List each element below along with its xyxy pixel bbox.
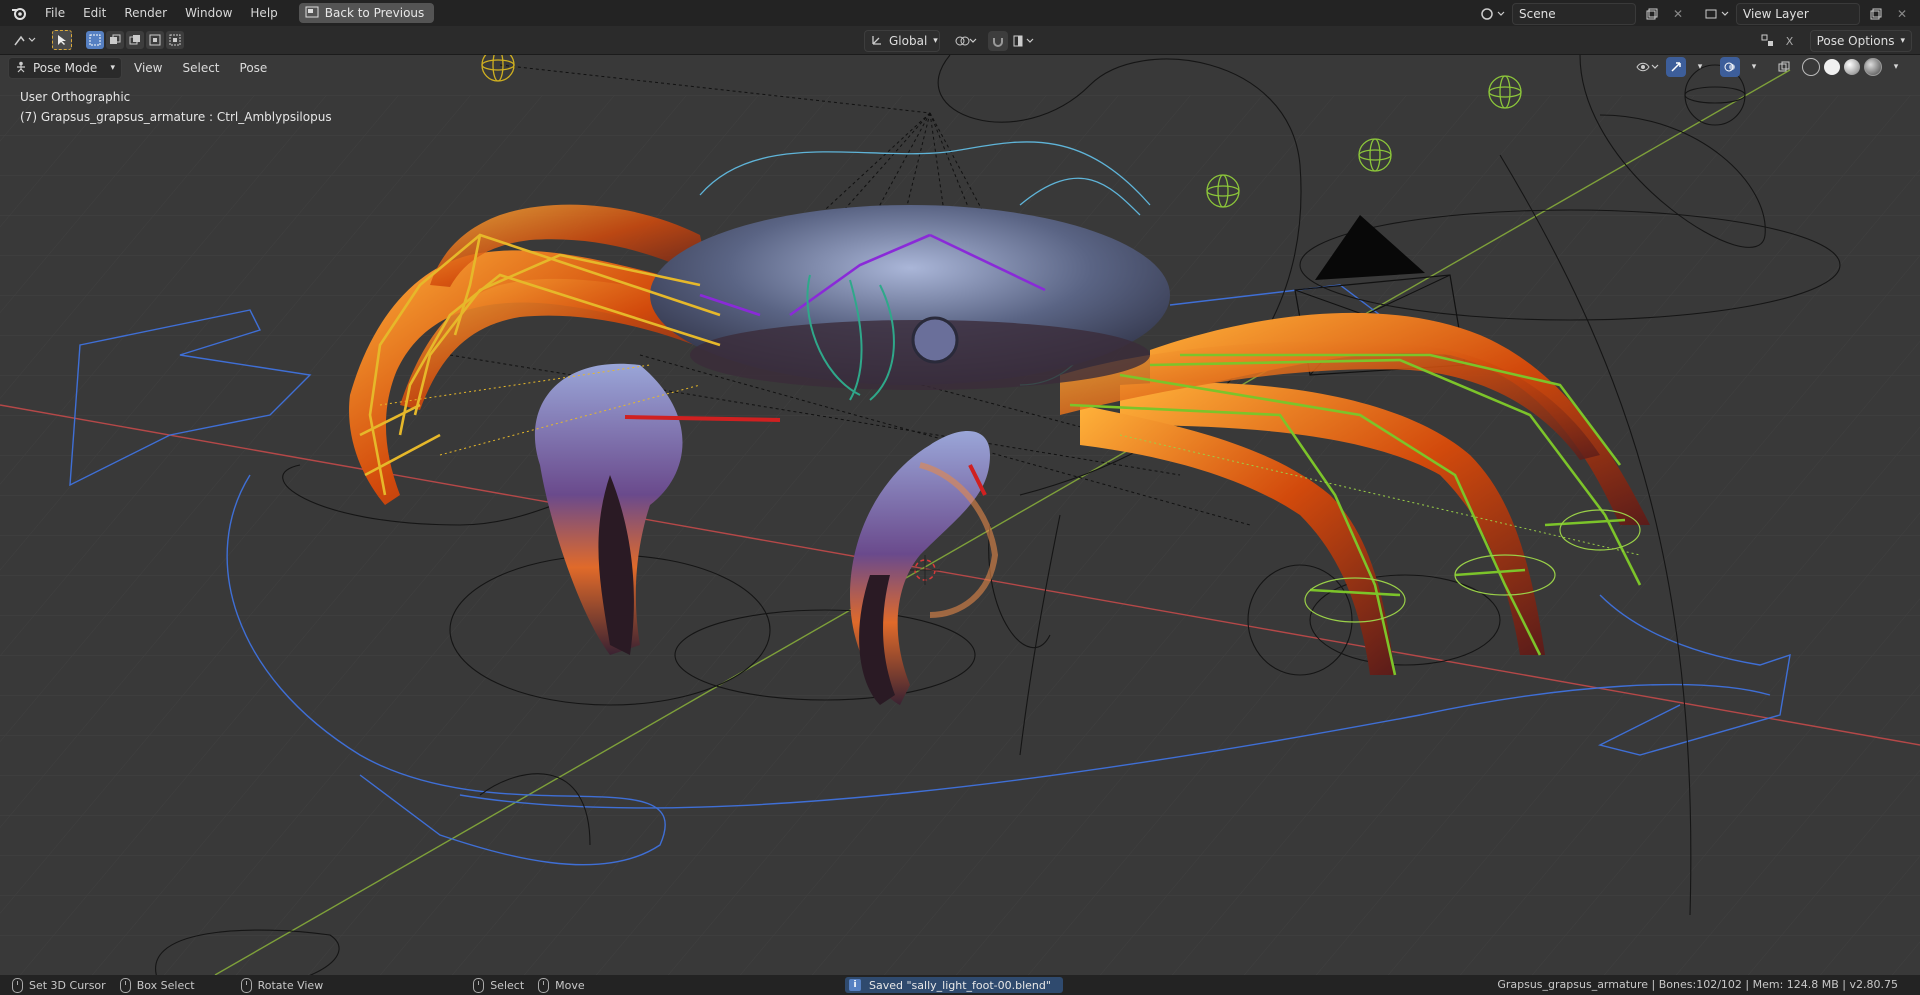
select-subtract-mode-icon[interactable]: [126, 31, 144, 49]
snap-toggle-icon[interactable]: [988, 31, 1008, 51]
orientation-label: Global: [889, 34, 928, 48]
chevron-down-icon: ▾: [1900, 36, 1905, 46]
transform-orientation-dropdown[interactable]: Global ▾: [864, 30, 940, 52]
status-hint-label: Select: [490, 978, 525, 992]
blender-logo-icon[interactable]: [8, 2, 30, 24]
select-cursor-icon[interactable]: [52, 30, 72, 50]
left-mouse-icon: [12, 977, 23, 993]
xray-toggle-icon[interactable]: [1774, 57, 1794, 77]
pose-options-dropdown[interactable]: Pose Options ▾: [1809, 30, 1912, 52]
viewport-menu-view[interactable]: View: [126, 58, 170, 78]
middle-mouse-icon: [240, 977, 252, 993]
menu-render[interactable]: Render: [115, 0, 176, 26]
chevron-down-icon: ▾: [110, 63, 115, 73]
scene-selector-icon[interactable]: [1480, 4, 1506, 24]
viewport-header-right: ▾ ▾ ▾: [1634, 57, 1906, 77]
top-right-controls: Scene ✕ View Layer ✕: [1480, 3, 1912, 25]
new-view-layer-icon[interactable]: [1866, 4, 1886, 24]
chevron-down-icon: ▾: [933, 36, 938, 46]
menu-file[interactable]: File: [36, 0, 74, 26]
saved-report-message[interactable]: i Saved "sally_light_foot-00.blend": [845, 977, 1063, 993]
chevron-down-icon[interactable]: ▾: [1744, 57, 1764, 77]
mode-label: Pose Mode: [33, 61, 98, 75]
view-layer-selector-icon[interactable]: [1704, 4, 1730, 24]
scene-name-field[interactable]: Scene: [1512, 3, 1636, 25]
status-hint-right-click: Select: [473, 977, 525, 993]
tool-group-right: X Pose Options ▾: [1758, 30, 1912, 52]
info-icon: i: [849, 979, 861, 991]
tool-group-center: Global ▾: [864, 30, 1038, 52]
back-to-previous-label: Back to Previous: [324, 6, 425, 20]
status-hint-label: Rotate View: [257, 978, 324, 992]
snap-element-icon[interactable]: [1010, 31, 1038, 51]
status-hint-label: Move: [555, 978, 585, 992]
back-to-previous-button[interactable]: Back to Previous: [298, 3, 435, 23]
viewport-scene: [0, 55, 1920, 975]
saved-message-text: Saved "sally_light_foot-00.blend": [869, 978, 1051, 992]
view-name: User Orthographic: [20, 90, 131, 104]
select-extend-mode-icon[interactable]: [106, 31, 124, 49]
mirror-x-toggle[interactable]: X: [1780, 31, 1800, 51]
status-hint-middle: Rotate View: [240, 977, 324, 993]
mode-selector-dropdown[interactable]: Pose Mode ▾: [8, 57, 122, 79]
menu-help[interactable]: Help: [241, 0, 286, 26]
fullscreen-exit-icon: [305, 6, 319, 21]
status-hint-left-click: Set 3D Cursor: [12, 977, 106, 993]
solid-shading-icon[interactable]: [1824, 59, 1840, 75]
menu-edit[interactable]: Edit: [74, 0, 115, 26]
new-scene-icon[interactable]: [1642, 4, 1662, 24]
viewport-menu-select[interactable]: Select: [174, 58, 227, 78]
visibility-icon[interactable]: [1634, 57, 1662, 77]
pose-mode-icon: [15, 61, 27, 76]
active-object-name: (7) Grapsus_grapsus_armature : Ctrl_Ambl…: [20, 110, 332, 124]
pivot-point-icon[interactable]: [952, 31, 980, 51]
menu-window[interactable]: Window: [176, 0, 241, 26]
rendered-shading-icon[interactable]: [1864, 58, 1882, 76]
tool-settings-bar: Global ▾ X Pose Options ▾: [0, 26, 1920, 55]
view-layer-name: View Layer: [1743, 7, 1809, 21]
tool-group-left: [10, 30, 184, 50]
viewport-info-overlay: User Orthographic (7) Grapsus_grapsus_ar…: [20, 87, 332, 127]
top-bar: File Edit Render Window Help Back to Pre…: [0, 0, 1920, 26]
select-intersect-mode-icon[interactable]: [166, 31, 184, 49]
editor-type-icon[interactable]: [10, 30, 40, 50]
scene-name: Scene: [1519, 7, 1556, 21]
overlays-toggle-icon[interactable]: [1720, 57, 1740, 77]
delete-view-layer-icon[interactable]: ✕: [1892, 4, 1912, 24]
chevron-down-icon[interactable]: ▾: [1690, 57, 1710, 77]
viewport-menu-pose[interactable]: Pose: [232, 58, 276, 78]
3d-viewport[interactable]: Pose Mode ▾ View Select Pose User Orthog…: [0, 55, 1920, 975]
mirror-axis-icon[interactable]: [1758, 31, 1778, 51]
select-invert-mode-icon[interactable]: [146, 31, 164, 49]
status-hint-drag: Box Select: [119, 977, 195, 993]
status-bar: Set 3D Cursor Box Select Rotate View Sel…: [0, 975, 1920, 995]
view-layer-field[interactable]: View Layer: [1736, 3, 1860, 25]
wireframe-shading-icon[interactable]: [1802, 58, 1820, 76]
chevron-down-icon[interactable]: ▾: [1886, 57, 1906, 77]
right-mouse-drag-icon: [538, 977, 550, 993]
right-mouse-icon: [473, 977, 485, 993]
delete-scene-icon[interactable]: ✕: [1668, 4, 1688, 24]
orientation-icon: [871, 34, 883, 49]
pose-options-label: Pose Options: [1816, 34, 1895, 48]
status-hint-right-drag: Move: [538, 977, 585, 993]
select-new-mode-icon[interactable]: [86, 31, 104, 49]
status-hint-label: Box Select: [136, 978, 195, 992]
material-shading-icon[interactable]: [1844, 59, 1860, 75]
gizmo-toggle-icon[interactable]: [1666, 57, 1686, 77]
status-hint-label: Set 3D Cursor: [29, 978, 106, 992]
crab-eye: [911, 316, 959, 364]
scene-statistics: Grapsus_grapsus_armature | Bones:102/102…: [1497, 978, 1898, 991]
left-mouse-drag-icon: [119, 977, 131, 993]
viewport-header: Pose Mode ▾ View Select Pose: [8, 57, 275, 79]
